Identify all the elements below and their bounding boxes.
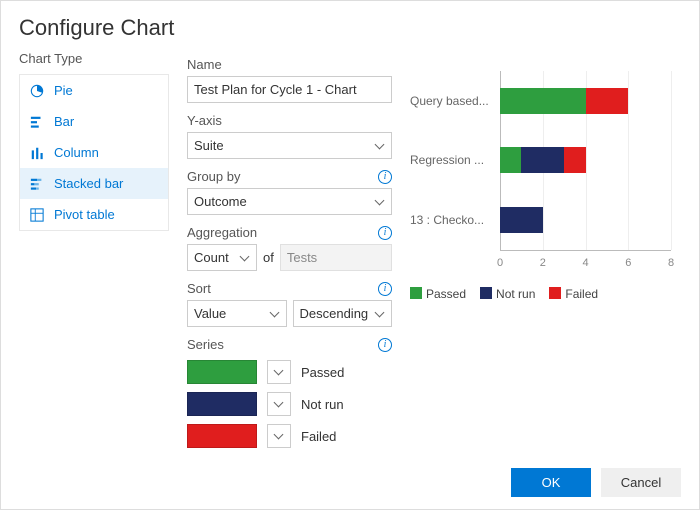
category-label: 13 : Checko... [410,213,495,227]
aggregation-value: Count [194,250,229,265]
chart-type-column[interactable]: Column [20,137,168,168]
aggregation-of-label: of [263,250,274,265]
legend-item: Failed [549,287,598,301]
bar-segment [500,147,521,173]
chevron-down-icon [375,195,385,205]
pivot-table-icon [30,208,44,222]
series-label: Series [187,337,224,352]
yaxis-label: Y-axis [187,113,392,128]
stacked-bar [500,207,671,233]
axis-tick: 0 [497,257,503,269]
chart-type-item-label: Bar [54,114,74,129]
dialog-footer: OK Cancel [1,456,699,509]
name-input[interactable] [187,76,392,103]
chart-type-label: Chart Type [19,51,169,66]
legend-item: Passed [410,287,466,301]
series-row-passed: Passed [187,360,392,384]
chart-type-stacked-bar[interactable]: Stacked bar [20,168,168,199]
bar-segment [521,147,564,173]
chevron-down-icon [269,307,279,317]
stacked-bar [500,147,671,173]
stacked-bar-icon [30,177,44,191]
info-icon[interactable]: i [378,170,392,184]
bar-segment [586,88,629,114]
series-name: Passed [301,365,344,380]
series-color-swatch [187,360,257,384]
series-row-failed: Failed [187,424,392,448]
series-color-swatch [187,424,257,448]
dialog-title: Configure Chart [1,1,699,51]
chart-legend: Passed Not run Failed [410,287,681,301]
pie-icon [30,84,44,98]
chevron-down-icon [240,251,250,261]
aggregation-select[interactable]: Count [187,244,257,271]
aggregation-field-readonly: Tests [280,244,392,271]
groupby-label: Group by [187,169,240,184]
chevron-down-icon [273,366,283,376]
bar-segment [564,147,585,173]
chevron-down-icon [273,398,283,408]
chart-type-item-label: Pie [54,83,73,98]
chart-type-list: Pie Bar Column [19,74,169,231]
ok-button[interactable]: OK [511,468,591,497]
sort-direction-value: Descending [300,306,369,321]
chevron-down-icon [273,430,283,440]
chevron-down-icon [375,139,385,149]
aggregation-label: Aggregation [187,225,257,240]
series-color-swatch [187,392,257,416]
legend-swatch [410,287,422,299]
chart-type-item-label: Pivot table [54,207,115,222]
axis-tick: 8 [668,257,674,269]
series-color-picker[interactable] [267,392,291,416]
series-color-picker[interactable] [267,424,291,448]
chart-preview: Query based... Regression ... 13 : Checko.… [410,51,681,456]
chart-type-sidebar: Chart Type Pie Bar [19,51,169,456]
bar-segment [500,207,543,233]
groupby-select[interactable]: Outcome [187,188,392,215]
stacked-bar-chart: Query based... Regression ... 13 : Checko.… [410,71,681,281]
legend-swatch [549,287,561,299]
cancel-button[interactable]: Cancel [601,468,681,497]
axis-tick: 6 [625,257,631,269]
chart-type-pivot-table[interactable]: Pivot table [20,199,168,230]
yaxis-value: Suite [194,138,224,153]
info-icon[interactable]: i [378,338,392,352]
legend-item: Not run [480,287,535,301]
category-label: Regression ... [410,153,495,167]
series-name: Failed [301,429,336,444]
legend-swatch [480,287,492,299]
series-color-picker[interactable] [267,360,291,384]
sort-direction-select[interactable]: Descending [293,300,393,327]
sort-by-select[interactable]: Value [187,300,287,327]
sort-by-value: Value [194,306,226,321]
groupby-value: Outcome [194,194,247,209]
axis-tick: 2 [540,257,546,269]
chart-type-bar[interactable]: Bar [20,106,168,137]
stacked-bar [500,88,671,114]
yaxis-select[interactable]: Suite [187,132,392,159]
bar-icon [30,115,44,129]
sort-label: Sort [187,281,211,296]
name-label: Name [187,57,392,72]
chart-config-form: Name Y-axis Suite Group by i Outcome Agg… [187,51,392,456]
series-name: Not run [301,397,344,412]
column-icon [30,146,44,160]
series-row-notrun: Not run [187,392,392,416]
info-icon[interactable]: i [378,226,392,240]
chart-type-item-label: Column [54,145,99,160]
configure-chart-dialog: Configure Chart Chart Type Pie Bar [1,1,699,509]
bar-segment [500,88,586,114]
category-label: Query based... [410,94,495,108]
chart-type-item-label: Stacked bar [54,176,123,191]
chevron-down-icon [375,307,385,317]
chart-type-pie[interactable]: Pie [20,75,168,106]
axis-tick: 4 [582,257,588,269]
dialog-body: Chart Type Pie Bar [1,51,699,456]
info-icon[interactable]: i [378,282,392,296]
